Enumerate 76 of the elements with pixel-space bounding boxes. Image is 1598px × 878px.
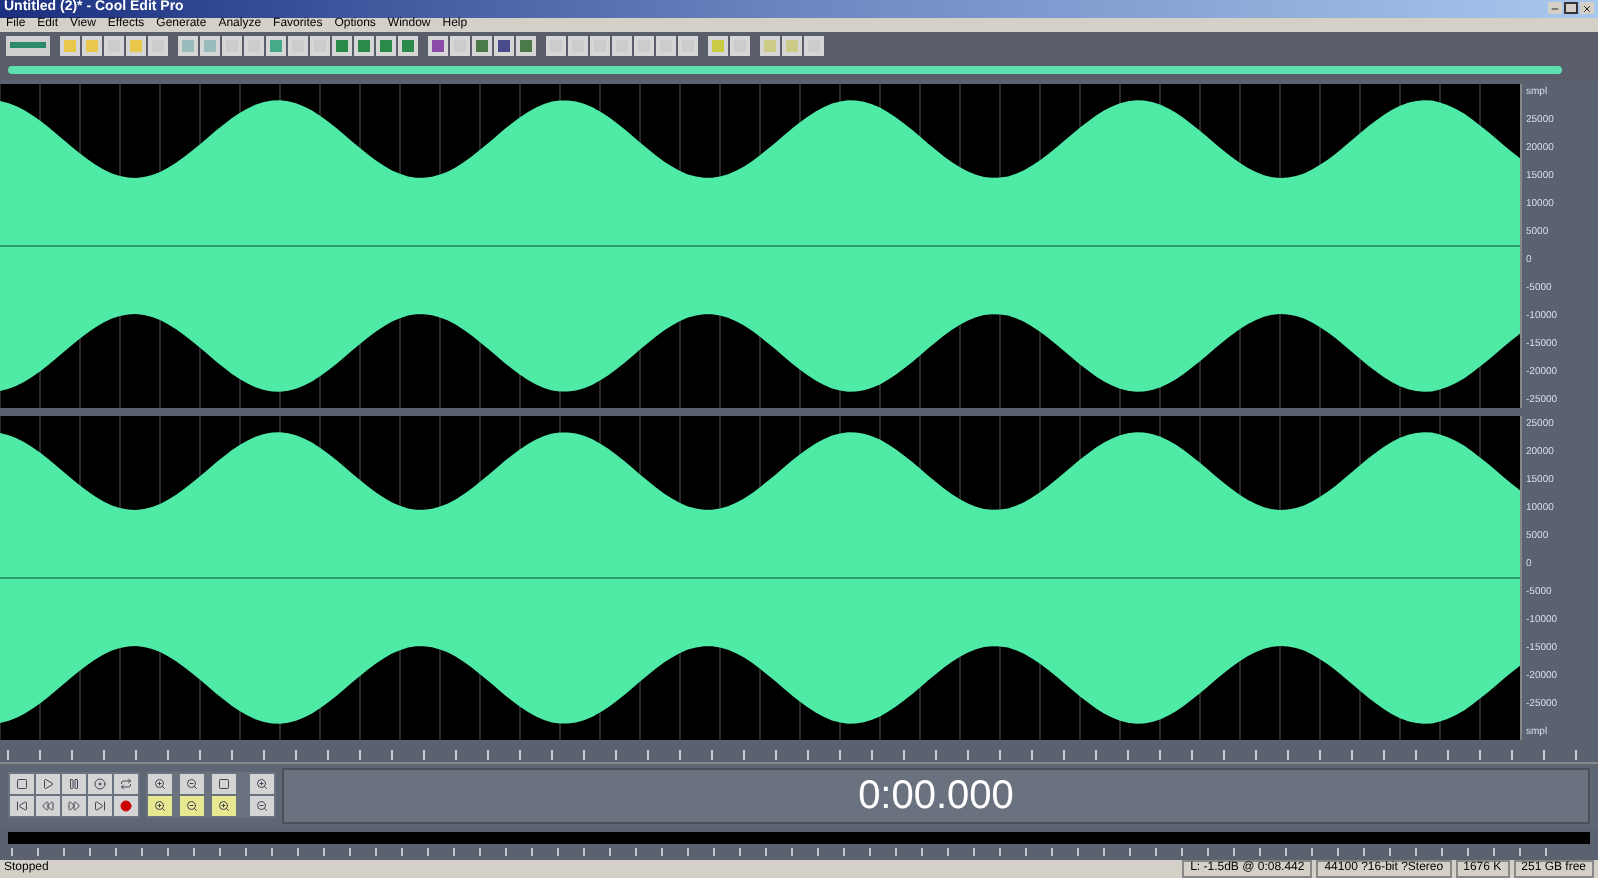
toolbar-button[interactable]: [494, 35, 514, 56]
toolbar-button[interactable]: [244, 35, 264, 56]
toolbar-button[interactable]: [590, 35, 610, 56]
toolbar-button[interactable]: [178, 35, 198, 56]
zoom-button[interactable]: [250, 774, 274, 795]
skip-back-icon: [16, 800, 28, 813]
toolbar-button[interactable]: [634, 35, 654, 56]
maximize-button[interactable]: [1564, 2, 1578, 15]
toolbar-button[interactable]: [354, 35, 374, 56]
zoom-out-icon: [256, 800, 268, 813]
zoom-in-icon: [154, 778, 166, 791]
toolbar-button[interactable]: [398, 35, 418, 56]
transport-button[interactable]: [10, 774, 34, 795]
toolbar-button[interactable]: [82, 35, 102, 56]
transport-button[interactable]: [88, 796, 112, 817]
disc-icon: [94, 778, 106, 791]
minimize-icon: [1550, 3, 1560, 14]
skip-forward-icon: [94, 800, 106, 813]
zoom-button[interactable]: [180, 796, 204, 817]
toolbar-button[interactable]: [266, 35, 286, 56]
record-icon: [120, 800, 132, 813]
transport-button[interactable]: [10, 796, 34, 817]
toolbar-button[interactable]: [288, 35, 308, 56]
toolbar-button[interactable]: [60, 35, 80, 56]
transport-button[interactable]: [114, 796, 138, 817]
zoom-in-icon: [256, 778, 268, 791]
transport-button[interactable]: [62, 796, 86, 817]
toolbar-button[interactable]: [376, 35, 396, 56]
waveform-icon: [10, 42, 46, 49]
zoom-in-icon: [218, 800, 230, 813]
time-readout: 0:00.000: [858, 771, 1014, 822]
toolbar-button[interactable]: [222, 35, 242, 56]
toolbar-button[interactable]: [730, 35, 750, 56]
toolbar-button[interactable]: [200, 35, 220, 56]
toolbar-button[interactable]: [612, 35, 632, 56]
fast-forward-icon: [68, 800, 80, 813]
toolbar-button[interactable]: [104, 35, 124, 56]
toolbar-button[interactable]: [760, 35, 780, 56]
fit-icon: [218, 778, 230, 791]
zoom-out-icon: [186, 800, 198, 813]
toolbar-button[interactable]: [332, 35, 352, 56]
transport-button[interactable]: [62, 774, 86, 795]
zoom-out-icon: [186, 778, 198, 791]
zoom-button[interactable]: [148, 796, 172, 817]
stop-icon: [16, 778, 28, 791]
toolbar-button[interactable]: [472, 35, 492, 56]
toolbar-button[interactable]: [450, 35, 470, 56]
toolbar-button[interactable]: [148, 35, 168, 56]
toolbar-button[interactable]: [516, 35, 536, 56]
transport-button[interactable]: [36, 796, 60, 817]
zoom-in-icon: [154, 800, 166, 813]
zoom-button[interactable]: [212, 796, 236, 817]
toolbar-button[interactable]: [428, 35, 448, 56]
zoom-button[interactable]: [180, 774, 204, 795]
toolbar-button[interactable]: [708, 35, 728, 56]
pause-icon: [68, 778, 80, 791]
toolbar-button[interactable]: [568, 35, 588, 56]
transport-button[interactable]: [36, 774, 60, 795]
loop-icon: [120, 778, 132, 791]
toolbar-button[interactable]: [546, 35, 566, 56]
zoom-button[interactable]: [148, 774, 172, 795]
toolbar-button[interactable]: [6, 35, 50, 56]
toolbar-button[interactable]: [678, 35, 698, 56]
transport-button[interactable]: [88, 774, 112, 795]
toolbar-button[interactable]: [310, 35, 330, 56]
transport-button[interactable]: [114, 774, 138, 795]
toolbar-button[interactable]: [126, 35, 146, 56]
zoom-button[interactable]: [212, 774, 236, 795]
toolbar-button[interactable]: [656, 35, 676, 56]
toolbar-button[interactable]: [804, 35, 824, 56]
overview-bar[interactable]: [8, 65, 1562, 74]
play-icon: [42, 778, 54, 791]
close-button[interactable]: [1580, 2, 1594, 15]
rewind-icon: [42, 800, 54, 813]
toolbar-button[interactable]: [782, 35, 802, 56]
zoom-button[interactable]: [250, 796, 274, 817]
